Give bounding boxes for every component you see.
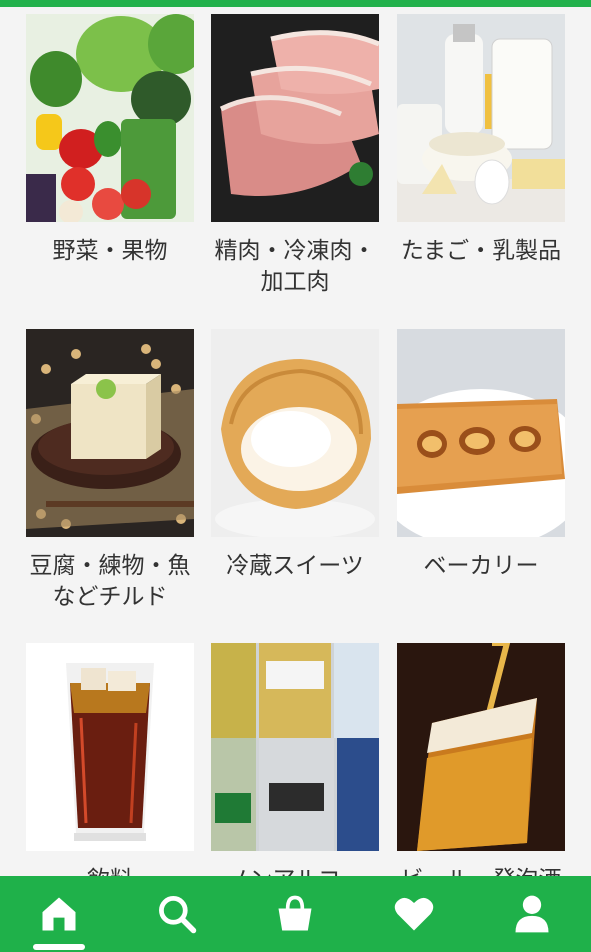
category-tile-tofu[interactable]: 豆腐・練物・魚 などチルド: [26, 329, 194, 613]
top-accent-bar: [0, 0, 591, 7]
nav-favorites-button[interactable]: [374, 876, 454, 952]
nav-account-button[interactable]: [492, 876, 572, 952]
nav-search-button[interactable]: [137, 876, 217, 952]
user-icon: [515, 895, 549, 933]
cart-bag-icon: [278, 895, 312, 931]
vegetables-image: [26, 14, 194, 222]
home-icon: [42, 897, 76, 931]
active-indicator: [33, 944, 86, 950]
category-tile-vegetables[interactable]: 野菜・果物: [26, 14, 194, 267]
category-tile-beer[interactable]: ビール・発泡酒: [397, 643, 565, 896]
category-tile-chilled-sweets[interactable]: 冷蔵スイーツ: [211, 329, 379, 582]
category-tile-dairy[interactable]: たまご・乳製品: [397, 14, 565, 267]
category-label: たまご・乳製品: [400, 238, 562, 264]
beer-glass-image: [397, 643, 565, 851]
cream-puff-image: [211, 329, 379, 537]
category-label: 冷蔵スイーツ: [226, 553, 364, 579]
category-tile-non-alcohol[interactable]: ノンアルコー: [211, 643, 379, 896]
nav-cart-button[interactable]: [255, 876, 335, 952]
category-label: ベーカリー: [423, 553, 539, 579]
tofu-image: [26, 329, 194, 537]
dairy-image: [397, 14, 565, 222]
category-label: 野菜・果物: [52, 238, 168, 264]
category-tile-meat[interactable]: 精肉・冷凍肉・ 加工肉: [211, 14, 379, 298]
pastry-image: [397, 329, 565, 537]
non-alcohol-cans-image: [211, 643, 379, 851]
cola-glass-image: [26, 643, 194, 851]
search-icon: [159, 896, 197, 934]
meat-image: [211, 14, 379, 222]
category-tile-bakery[interactable]: ベーカリー: [397, 329, 565, 582]
heart-icon: [394, 897, 433, 931]
nav-home-button[interactable]: [19, 876, 99, 952]
category-tile-drinks[interactable]: 飲料: [26, 643, 194, 896]
bottom-navigation: [0, 876, 591, 952]
category-label: 精肉・冷凍肉・ 加工肉: [214, 238, 376, 295]
category-label: 豆腐・練物・魚 などチルド: [29, 553, 191, 610]
